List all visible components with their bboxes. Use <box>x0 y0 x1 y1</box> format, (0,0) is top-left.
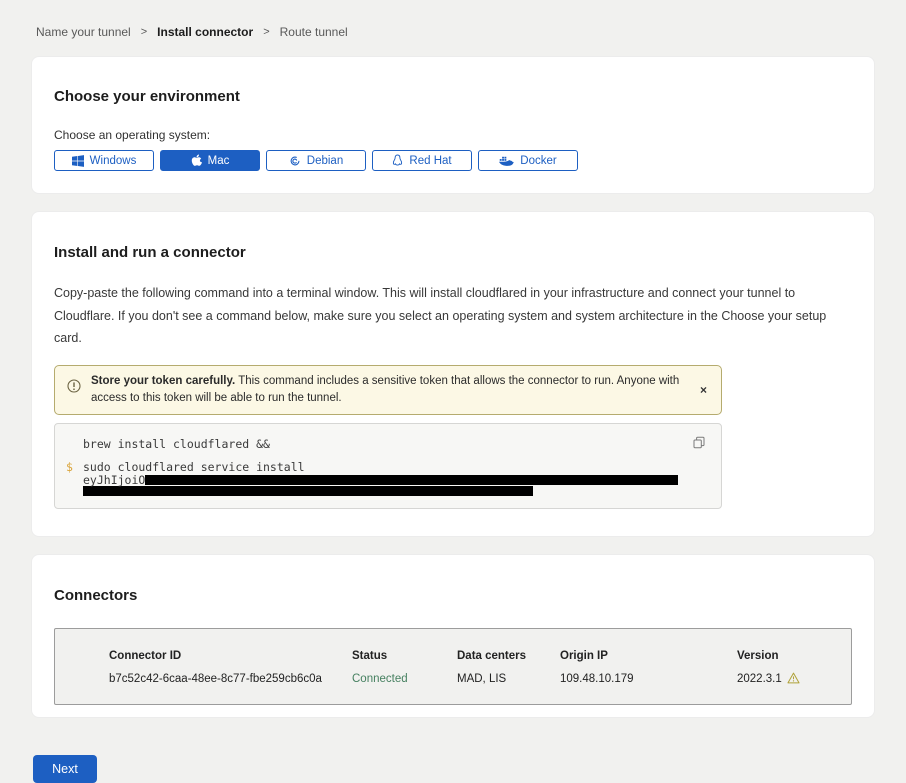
windows-logo-icon <box>72 155 84 167</box>
tunnel-setup-page: Name your tunnel > Install connector > R… <box>0 0 906 783</box>
cell-connector-id: b7c52c42-6caa-48ee-8c77-fbe259cb6c0a <box>109 673 352 685</box>
breadcrumb-separator: > <box>141 26 147 38</box>
cell-data-centers: MAD, LIS <box>457 673 560 685</box>
os-button-redhat[interactable]: Red Hat <box>372 150 472 171</box>
choose-environment-card: Choose your environment Choose an operat… <box>31 56 875 194</box>
shell-prompt: $ <box>66 460 73 474</box>
breadcrumb-separator: > <box>263 26 269 38</box>
environment-card-title: Choose your environment <box>54 88 852 105</box>
os-button-label: Docker <box>520 155 556 167</box>
os-button-label: Mac <box>208 155 230 167</box>
redhat-logo-icon <box>392 154 403 167</box>
cell-origin-ip: 109.48.10.179 <box>560 673 737 685</box>
header-status: Status <box>352 650 457 662</box>
token-warning-banner: Store your token carefully. This command… <box>54 365 722 415</box>
version-text: 2022.3.1 <box>737 673 782 685</box>
os-button-label: Red Hat <box>409 155 451 167</box>
code-line-brew: brew install cloudflared && <box>66 437 707 451</box>
install-connector-card: Install and run a connector Copy-paste t… <box>31 211 875 537</box>
os-button-debian[interactable]: Debian <box>266 150 366 171</box>
apple-logo-icon <box>191 154 202 167</box>
header-origin-ip: Origin IP <box>560 650 737 662</box>
install-command-codeblock: brew install cloudflared && $ sudo cloudf… <box>54 423 722 509</box>
breadcrumb-step-name-your-tunnel[interactable]: Name your tunnel <box>36 25 131 39</box>
install-description: Copy-paste the following command into a … <box>54 282 852 350</box>
connectors-card-title: Connectors <box>54 587 852 604</box>
next-button[interactable]: Next <box>33 755 97 783</box>
install-card-title: Install and run a connector <box>54 244 852 261</box>
cell-version: 2022.3.1 <box>737 672 851 687</box>
breadcrumb: Name your tunnel > Install connector > R… <box>31 0 875 39</box>
os-button-label: Debian <box>307 155 343 167</box>
os-select-label: Choose an operating system: <box>54 128 852 142</box>
breadcrumb-step-install-connector[interactable]: Install connector <box>157 25 253 39</box>
os-button-docker[interactable]: Docker <box>478 150 578 171</box>
table-row: b7c52c42-6caa-48ee-8c77-fbe259cb6c0a Con… <box>109 672 851 687</box>
token-warning-bold: Store your token carefully. <box>91 375 235 387</box>
breadcrumb-step-route-tunnel[interactable]: Route tunnel <box>280 25 348 39</box>
header-connector-id: Connector ID <box>109 650 352 662</box>
os-button-windows[interactable]: Windows <box>54 150 154 171</box>
copy-icon[interactable] <box>691 434 707 454</box>
header-data-centers: Data centers <box>457 650 560 662</box>
code-line-token: eyJhIjoiO <box>66 475 707 486</box>
connectors-table-header: Connector ID Status Data centers Origin … <box>109 650 851 662</box>
os-button-label: Windows <box>90 155 137 167</box>
token-prefix: eyJhIjoiO <box>83 475 145 486</box>
status-badge: Connected <box>352 673 457 685</box>
token-warning-text: Store your token carefully. This command… <box>91 373 691 407</box>
close-icon[interactable]: × <box>698 382 709 398</box>
alert-circle-icon <box>67 379 81 407</box>
header-version: Version <box>737 650 851 662</box>
connectors-table: Connector ID Status Data centers Origin … <box>54 628 852 705</box>
token-redaction-bar <box>83 486 533 496</box>
os-button-group: Windows Mac Debian Red Hat <box>54 150 852 171</box>
connectors-card: Connectors Connector ID Status Data cent… <box>31 554 875 718</box>
code-line-sudo-text: sudo cloudflared service install <box>83 460 305 474</box>
token-redaction-bar <box>145 475 678 485</box>
debian-logo-icon <box>289 155 301 167</box>
docker-logo-icon <box>499 155 514 167</box>
warning-triangle-icon <box>787 672 800 687</box>
code-line-sudo: $ sudo cloudflared service install <box>66 460 707 474</box>
os-button-mac[interactable]: Mac <box>160 150 260 171</box>
